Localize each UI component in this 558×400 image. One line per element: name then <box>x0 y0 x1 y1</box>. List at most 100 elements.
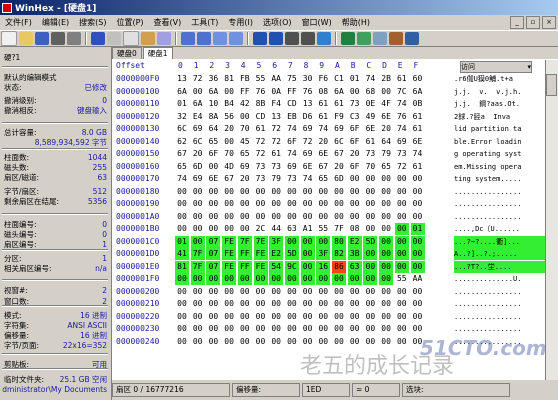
find-text-icon[interactable] <box>181 31 195 45</box>
hex-byte[interactable]: 00 <box>332 273 346 285</box>
hex-byte[interactable]: 00 <box>254 198 268 210</box>
hex-byte[interactable]: 00 <box>394 235 409 248</box>
hex-byte[interactable]: 00 <box>363 186 377 198</box>
hex-byte[interactable]: 20 <box>332 161 346 173</box>
hex-byte[interactable]: 00 <box>206 336 220 348</box>
hex-byte[interactable]: 81 <box>222 73 236 85</box>
hex-byte[interactable]: 00 <box>191 286 205 298</box>
hex-byte[interactable]: 76 <box>301 86 315 98</box>
hex-editor[interactable]: Offset 0123456789ABCDEF 访问 ▾ 0000000F0 13… <box>112 60 558 380</box>
hex-byte[interactable]: 3B <box>347 248 362 260</box>
hex-byte[interactable]: 00 <box>175 211 189 223</box>
hex-byte[interactable]: 00 <box>190 235 205 248</box>
hex-byte[interactable]: 69 <box>395 136 409 148</box>
hex-byte[interactable]: 00 <box>363 273 378 285</box>
hex-byte[interactable]: 79 <box>379 148 393 160</box>
hex-byte[interactable]: 01 <box>410 223 425 235</box>
hex-byte[interactable]: 72 <box>269 123 283 135</box>
ascii-column[interactable]: .r6侞U獏0鯆.t+a j.j. v. v.j.h. j.j. 鋼?aas.Ot.… <box>454 60 550 380</box>
hex-byte[interactable]: CD <box>254 111 268 123</box>
menu-view[interactable]: 查看(V) <box>149 17 187 28</box>
menu-specialist[interactable]: 专用(I) <box>223 17 258 28</box>
hex-byte[interactable]: 00 <box>348 86 362 98</box>
hex-byte[interactable]: 00 <box>332 323 346 335</box>
hex-byte[interactable]: 00 <box>347 273 362 285</box>
menu-search[interactable]: 搜索(S) <box>74 17 111 28</box>
hex-byte[interactable]: 00 <box>411 323 425 335</box>
menu-file[interactable]: 文件(F) <box>0 17 37 28</box>
ascii-row[interactable]: j.j. 鋼?aas.Ot. <box>454 98 550 110</box>
hex-byte[interactable]: 00 <box>285 286 299 298</box>
paste-hex-icon[interactable] <box>157 31 171 45</box>
hex-byte[interactable]: 00 <box>285 298 299 310</box>
hex-byte[interactable]: FF <box>237 248 252 260</box>
hex-byte[interactable]: 00 <box>284 273 299 285</box>
hex-byte[interactable]: 00 <box>363 248 378 260</box>
hex-byte[interactable]: 60 <box>411 73 425 85</box>
hex-byte[interactable]: 6A <box>175 86 189 98</box>
hex-byte[interactable]: 00 <box>175 298 189 310</box>
hex-byte[interactable]: 00 <box>206 286 220 298</box>
hex-byte[interactable]: 3F <box>316 248 331 260</box>
hex-byte[interactable]: 01 <box>348 73 362 85</box>
hex-byte[interactable]: 00 <box>301 198 315 210</box>
hex-byte[interactable]: 4F <box>379 98 393 110</box>
hex-byte[interactable]: 0E <box>363 98 377 110</box>
hex-byte[interactable]: 13 <box>175 73 189 85</box>
ascii-row[interactable]: ....,Dc〔U...... <box>454 223 550 235</box>
ascii-row[interactable]: g operating syst <box>454 148 550 160</box>
hex-byte[interactable]: 82 <box>332 248 346 260</box>
hex-byte[interactable]: 00 <box>285 186 299 198</box>
hex-byte[interactable]: 00 <box>332 336 346 348</box>
hex-byte[interactable]: 74 <box>175 173 189 185</box>
menu-options[interactable]: 选项(O) <box>258 17 297 28</box>
hex-byte[interactable]: 00 <box>191 211 205 223</box>
hex-byte[interactable]: 61 <box>411 123 425 135</box>
hex-byte[interactable]: B4 <box>222 98 236 110</box>
hex-byte[interactable]: 00 <box>395 286 409 298</box>
hex-byte[interactable]: 00 <box>269 323 283 335</box>
hex-byte[interactable]: FE <box>222 248 237 260</box>
hex-byte[interactable]: 69 <box>191 173 205 185</box>
menu-position[interactable]: 位置(P) <box>111 17 148 28</box>
goto-offset-icon[interactable] <box>253 31 267 45</box>
hex-byte[interactable]: 00 <box>379 286 393 298</box>
hex-byte[interactable]: 65 <box>238 148 252 160</box>
properties-icon[interactable] <box>67 31 81 45</box>
hex-byte[interactable]: 00 <box>175 286 189 298</box>
hex-byte[interactable]: 00 <box>300 248 315 260</box>
hex-byte[interactable]: 00 <box>254 323 268 335</box>
hex-byte[interactable]: 63 <box>285 223 299 235</box>
hex-byte[interactable]: 72 <box>191 73 205 85</box>
hex-byte[interactable]: 00 <box>316 298 330 310</box>
hex-byte[interactable]: 45 <box>238 136 252 148</box>
open-folder-icon[interactable] <box>19 31 33 45</box>
hex-byte[interactable]: 6F <box>348 123 362 135</box>
hex-byte[interactable]: 6D <box>332 173 346 185</box>
hex-byte[interactable]: 00 <box>332 186 346 198</box>
hex-byte[interactable]: 00 <box>285 211 299 223</box>
hex-byte[interactable]: 00 <box>395 211 409 223</box>
hex-byte[interactable]: 00 <box>238 311 252 323</box>
hex-byte[interactable]: 00 <box>206 161 220 173</box>
hex-byte[interactable]: 00 <box>379 173 393 185</box>
hex-byte[interactable]: 00 <box>284 235 299 248</box>
hex-byte[interactable]: 00 <box>269 273 284 285</box>
menu-help[interactable]: 帮助(H) <box>337 17 375 28</box>
hex-byte[interactable]: 70 <box>222 148 236 160</box>
hex-byte[interactable]: 00 <box>348 211 362 223</box>
hex-byte[interactable]: 6F <box>285 136 299 148</box>
hex-byte[interactable]: 00 <box>379 198 393 210</box>
hex-byte[interactable]: 00 <box>238 111 252 123</box>
hex-byte[interactable]: 00 <box>222 336 236 348</box>
hex-byte[interactable]: 6F <box>206 148 220 160</box>
hex-byte[interactable]: 00 <box>191 223 205 235</box>
hex-byte[interactable]: 6E <box>316 148 330 160</box>
hex-byte[interactable]: 00 <box>410 260 425 273</box>
hex-byte[interactable]: F4 <box>269 98 283 110</box>
hex-byte[interactable]: 00 <box>363 311 377 323</box>
hex-byte[interactable]: 00 <box>238 211 252 223</box>
hex-byte[interactable]: 00 <box>379 235 394 248</box>
arrow-right-icon[interactable] <box>301 31 315 45</box>
hex-byte[interactable]: 00 <box>348 336 362 348</box>
